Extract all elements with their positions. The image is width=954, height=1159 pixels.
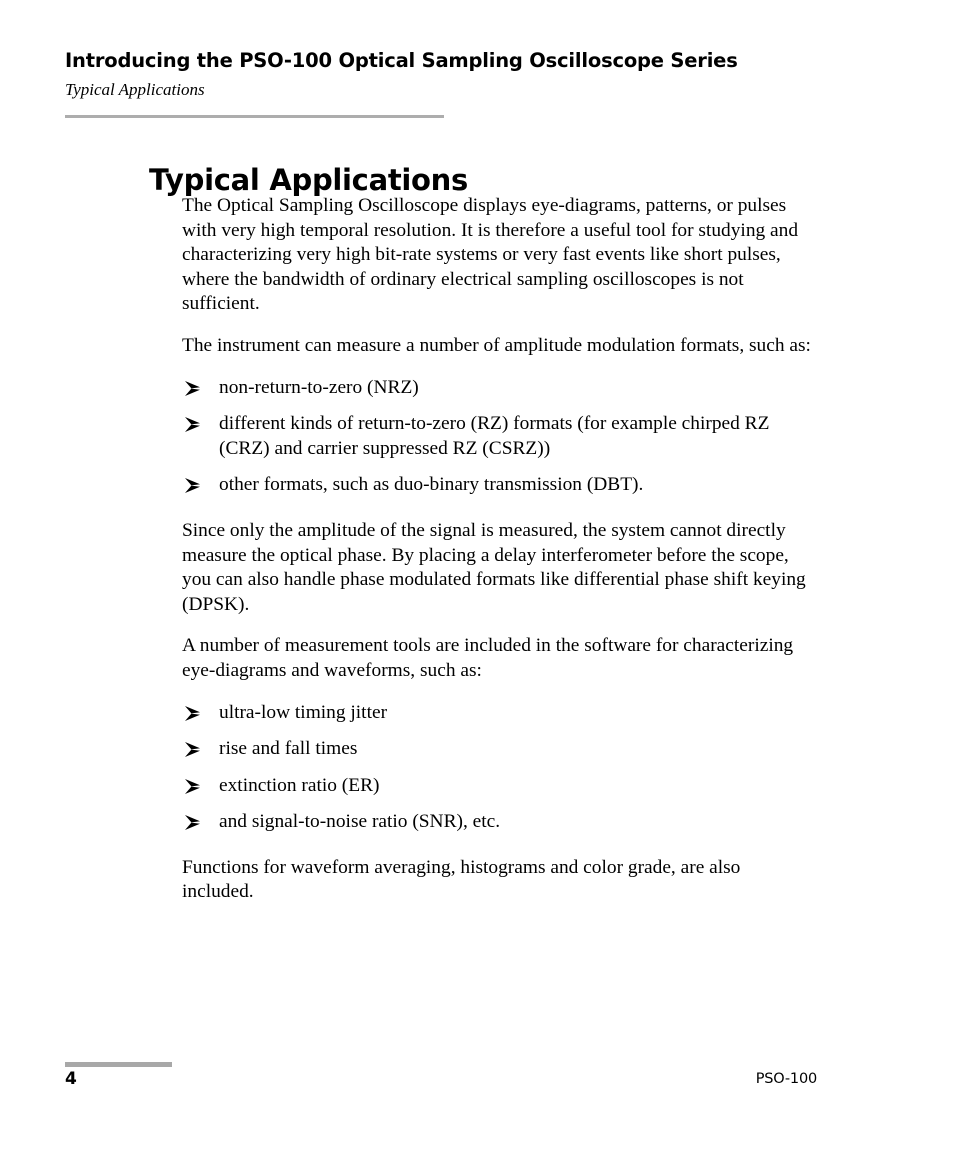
paragraph-intro: The Optical Sampling Oscilloscope displa…: [182, 195, 799, 315]
body-content: The Optical Sampling Oscilloscope displa…: [182, 194, 814, 922]
paragraph-tools-lead: A number of measurement tools are includ…: [182, 635, 794, 681]
list-item-label: ultra-low timing jitter: [219, 701, 388, 723]
list-item-label: other formats, such as duo-binary transm…: [219, 474, 644, 496]
page-title: Typical Applications: [149, 163, 468, 198]
page-number: 4: [65, 1069, 77, 1089]
list-item: other formats, such as duo-binary transm…: [182, 473, 814, 498]
list-item-label: extinction ratio (ER): [219, 774, 380, 796]
measurement-tools-list: ultra-low timing jitter rise and fall ti…: [182, 701, 814, 835]
document-page: Introducing the PSO-100 Optical Sampling…: [0, 0, 954, 1159]
footer-divider: [65, 1062, 172, 1067]
footer-product-name: PSO-100: [755, 1071, 817, 1087]
modulation-formats-list: non-return-to-zero (NRZ) different kinds…: [182, 376, 814, 498]
running-head: Introducing the PSO-100 Optical Sampling…: [65, 49, 865, 100]
paragraph-phase: Since only the amplitude of the signal i…: [182, 519, 806, 615]
arrowhead-right-icon: [184, 705, 206, 722]
arrowhead-right-icon: [184, 741, 206, 758]
list-item-label: different kinds of return-to-zero (RZ) f…: [219, 413, 770, 459]
list-item: non-return-to-zero (NRZ): [182, 376, 814, 401]
paragraph-formats-lead: The instrument can measure a number of a…: [182, 334, 811, 356]
arrowhead-right-icon: [184, 814, 206, 831]
arrowhead-right-icon: [184, 380, 206, 397]
list-item: and signal-to-noise ratio (SNR), etc.: [182, 810, 814, 835]
running-head-subtitle: Typical Applications: [65, 80, 205, 100]
list-item-label: non-return-to-zero (NRZ): [219, 376, 419, 398]
paragraph-functions: Functions for waveform averaging, histog…: [182, 856, 741, 903]
list-item: extinction ratio (ER): [182, 774, 814, 799]
list-item-label: rise and fall times: [219, 738, 358, 760]
arrowhead-right-icon: [184, 477, 206, 494]
list-item-label: and signal-to-noise ratio (SNR), etc.: [219, 811, 501, 833]
arrowhead-right-icon: [184, 416, 206, 433]
header-divider: [65, 115, 444, 118]
running-head-title: Introducing the PSO-100 Optical Sampling…: [65, 49, 738, 72]
list-item: different kinds of return-to-zero (RZ) f…: [182, 412, 814, 461]
arrowhead-right-icon: [184, 778, 206, 795]
list-item: rise and fall times: [182, 737, 814, 762]
list-item: ultra-low timing jitter: [182, 701, 814, 726]
